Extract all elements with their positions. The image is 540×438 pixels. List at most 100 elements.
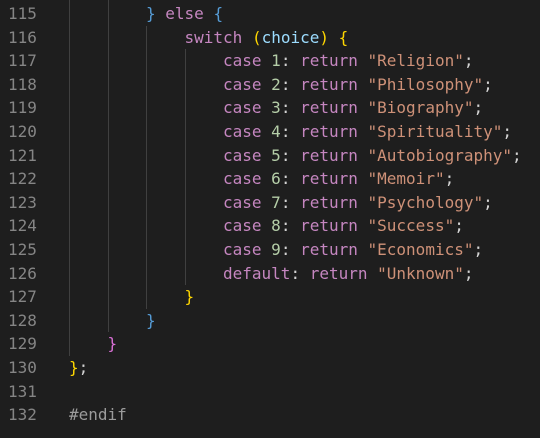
code-token: "Religion" (367, 51, 464, 71)
code-token: "Biography" (367, 98, 474, 118)
code-text: default: return "Unknown"; (223, 262, 473, 286)
code-text: }; (69, 356, 88, 380)
code-token: : (280, 240, 301, 259)
code-line[interactable]: 126 default: return "Unknown"; (0, 262, 540, 286)
code-line[interactable]: 115} else { (0, 2, 540, 26)
code-text: case 9: return "Economics"; (223, 238, 483, 262)
code-text: } else { (146, 2, 223, 26)
code-text: #endif (69, 403, 127, 427)
code-line[interactable]: 131 (0, 380, 540, 404)
code-token: ; (463, 51, 474, 71)
code-token: ; (463, 263, 474, 283)
code-token: : (280, 216, 301, 236)
code-token: : (280, 74, 301, 94)
code-line[interactable]: 125 case 9: return "Economics"; (0, 238, 540, 262)
code-token: : (280, 122, 301, 141)
line-number: 130 (8, 358, 37, 377)
code-token: ; (483, 74, 493, 94)
code-line[interactable]: 123 case 7: return "Psychology"; (0, 191, 540, 215)
code-token: 9 (271, 240, 281, 259)
code-line[interactable]: 122 case 6: return "Memoir"; (0, 167, 540, 191)
code-line[interactable]: 124 case 8: return "Success"; (0, 214, 540, 238)
code-token: case (223, 122, 262, 141)
code-token: } (146, 310, 156, 330)
code-token: ; (444, 169, 455, 189)
code-token: return (300, 98, 358, 118)
code-token: "Philosophy" (367, 74, 484, 94)
code-token: 5 (271, 145, 281, 165)
line-number: 127 (8, 287, 37, 307)
code-token: default (223, 263, 291, 283)
code-token: case (223, 98, 262, 118)
code-text: case 8: return "Success"; (223, 214, 464, 238)
code-line[interactable]: 129} (0, 332, 540, 356)
code-line[interactable]: 119 case 3: return "Biography"; (0, 96, 540, 120)
code-line[interactable]: 120 case 4: return "Spirituality"; (0, 120, 540, 144)
code-token: return (300, 192, 358, 212)
code-token: case (223, 169, 262, 189)
line-number: 117 (8, 51, 37, 71)
code-token: ; (454, 216, 464, 236)
code-token: ; (512, 145, 522, 165)
code-token: 6 (271, 169, 281, 189)
code-token: : (280, 51, 301, 71)
code-token: "Unknown" (377, 263, 464, 283)
code-line[interactable]: 118 case 2: return "Philosophy"; (0, 73, 540, 97)
line-number: 128 (8, 310, 37, 330)
code-token: ) (319, 27, 330, 47)
code-token: } (107, 334, 118, 354)
code-editor[interactable]: 115} else {116 switch (choice) { 117 case 1… (0, 0, 540, 438)
code-token: else (165, 4, 204, 23)
code-text: switch (choice) { (185, 26, 349, 50)
code-token: 1 (271, 51, 281, 71)
code-text: case 1: return "Religion"; (223, 49, 473, 73)
code-token: ; (78, 358, 89, 377)
line-number: 116 (8, 27, 37, 47)
code-text: case 6: return "Memoir"; (223, 167, 454, 191)
code-token: 3 (271, 98, 281, 118)
code-token: return (300, 74, 358, 94)
code-token: 4 (271, 122, 281, 141)
line-number: 125 (8, 240, 37, 259)
code-token: case (223, 216, 262, 236)
code-token: case (223, 74, 262, 94)
code-token: ( (251, 27, 262, 47)
code-token: return (300, 145, 358, 165)
code-text: case 3: return "Biography"; (223, 96, 483, 120)
code-token: "Autobiography" (367, 145, 513, 165)
code-line[interactable]: 128} (0, 309, 540, 333)
code-token: return (309, 263, 368, 283)
code-line[interactable]: 117 case 1: return "Religion"; (0, 49, 540, 73)
code-token: return (300, 122, 358, 141)
code-token: } (69, 358, 79, 377)
code-line[interactable]: 132 #endif (0, 403, 540, 427)
code-token: return (300, 51, 358, 71)
code-line[interactable]: 116 switch (choice) { (0, 26, 540, 50)
code-token: switch (184, 27, 243, 47)
code-line[interactable]: 130}; (0, 356, 540, 380)
code-token: : (280, 192, 301, 212)
code-token: case (223, 192, 262, 212)
code-line[interactable]: 121 case 5: return "Autobiography"; (0, 144, 540, 168)
code-token: ; (483, 192, 493, 212)
code-text: case 5: return "Autobiography"; (223, 144, 522, 168)
code-token: "Success" (367, 216, 455, 236)
code-line[interactable]: 127} (0, 285, 540, 309)
